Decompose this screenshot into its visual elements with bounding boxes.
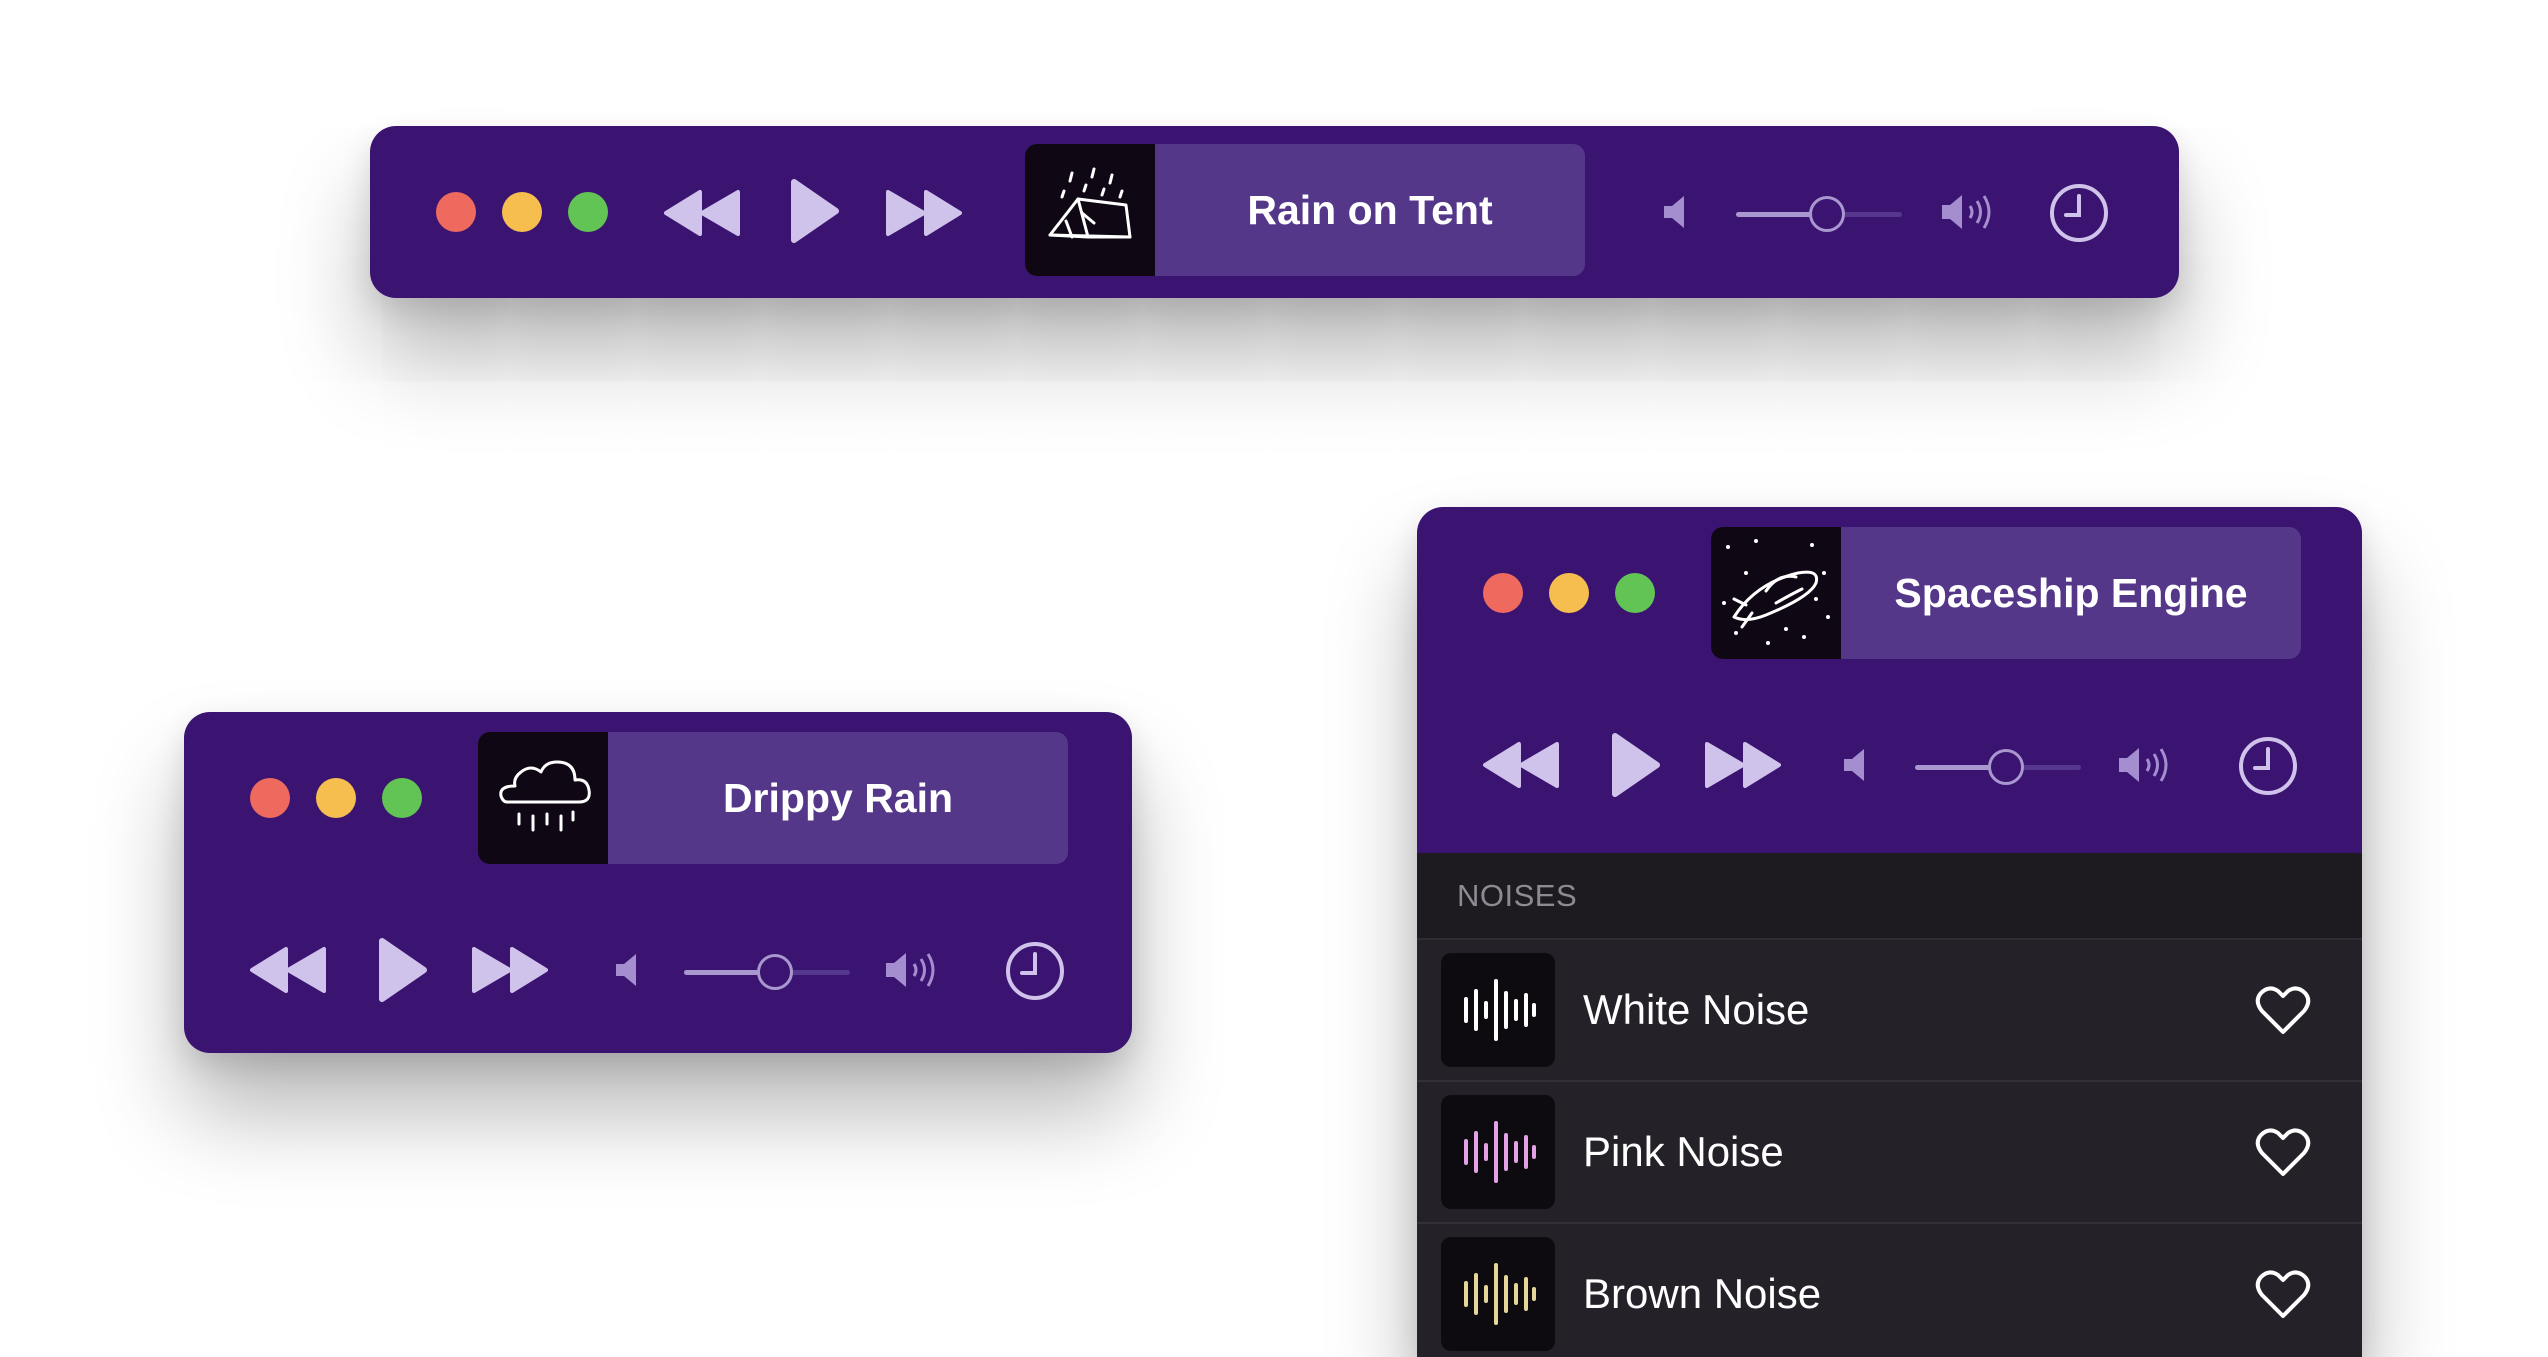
player-window-expanded: Spaceship Engine NOISES White Noise Pink… [1417, 507, 2362, 1357]
rain-cloud-icon [478, 732, 608, 864]
noise-list-item-brown[interactable]: Brown Noise [1417, 1224, 2362, 1357]
waveform-icon [1441, 953, 1555, 1067]
player-window-compact: Drippy Rain [184, 712, 1132, 1053]
noise-list-item-pink[interactable]: Pink Noise [1417, 1082, 2362, 1224]
play-button[interactable] [1609, 732, 1663, 798]
sleep-timer-clock-icon[interactable] [1004, 940, 1066, 1002]
volume-slider-knob[interactable] [1809, 196, 1845, 232]
now-playing-tile[interactable]: Drippy Rain [478, 732, 1068, 864]
now-playing-tile[interactable]: Rain on Tent [1025, 144, 1585, 276]
play-button[interactable] [376, 937, 430, 1003]
noise-label: Pink Noise [1583, 1128, 1784, 1175]
rewind-button[interactable] [248, 945, 328, 995]
volume-slider-knob[interactable] [757, 954, 793, 990]
volume-slider[interactable] [1915, 749, 2081, 785]
noise-list: NOISES White Noise Pink Noise Brown Nois… [1417, 853, 2362, 1357]
volume-slider-knob[interactable] [1988, 749, 2024, 785]
track-title: Drippy Rain [722, 774, 954, 821]
sleep-timer-clock-icon[interactable] [2237, 735, 2299, 797]
volume-mute-icon[interactable] [614, 952, 646, 988]
minimize-window-button[interactable] [502, 192, 542, 232]
close-window-button[interactable] [250, 778, 290, 818]
waveform-icon [1441, 1237, 1555, 1351]
close-window-button[interactable] [436, 192, 476, 232]
volume-max-icon[interactable] [1940, 192, 2000, 232]
rewind-button[interactable] [1481, 740, 1561, 790]
waveform-icon [1441, 1095, 1555, 1209]
window-controls [250, 778, 422, 818]
spaceship-icon [1711, 527, 1841, 659]
fast-forward-button[interactable] [470, 945, 550, 995]
volume-mute-icon[interactable] [1662, 194, 1694, 230]
play-button[interactable] [788, 178, 842, 244]
fast-forward-button[interactable] [1703, 740, 1783, 790]
window-controls [436, 192, 608, 232]
close-window-button[interactable] [1483, 573, 1523, 613]
player-window-top: Rain on Tent [370, 126, 2179, 298]
minimize-window-button[interactable] [316, 778, 356, 818]
noise-list-item-white[interactable]: White Noise [1417, 940, 2362, 1082]
minimize-window-button[interactable] [1549, 573, 1589, 613]
noise-label: Brown Noise [1583, 1270, 1822, 1317]
volume-slider[interactable] [684, 954, 850, 990]
noise-label: White Noise [1583, 986, 1810, 1033]
tent-in-rain-icon [1025, 144, 1155, 276]
volume-max-icon[interactable] [884, 950, 944, 990]
zoom-window-button[interactable] [568, 192, 608, 232]
favorite-heart-icon[interactable] [2254, 1268, 2312, 1320]
fast-forward-button[interactable] [884, 188, 964, 238]
rewind-button[interactable] [662, 188, 742, 238]
window-controls [1483, 573, 1655, 613]
track-title: Rain on Tent [1247, 186, 1493, 233]
now-playing-tile[interactable]: Spaceship Engine [1711, 527, 2301, 659]
sleep-timer-clock-icon[interactable] [2048, 182, 2110, 244]
favorite-heart-icon[interactable] [2254, 984, 2312, 1036]
zoom-window-button[interactable] [382, 778, 422, 818]
track-title: Spaceship Engine [1894, 569, 2248, 616]
volume-mute-icon[interactable] [1842, 747, 1874, 783]
zoom-window-button[interactable] [1615, 573, 1655, 613]
favorite-heart-icon[interactable] [2254, 1126, 2312, 1178]
volume-slider[interactable] [1736, 196, 1902, 232]
volume-max-icon[interactable] [2117, 745, 2177, 785]
noise-list-header: NOISES [1417, 853, 2362, 940]
